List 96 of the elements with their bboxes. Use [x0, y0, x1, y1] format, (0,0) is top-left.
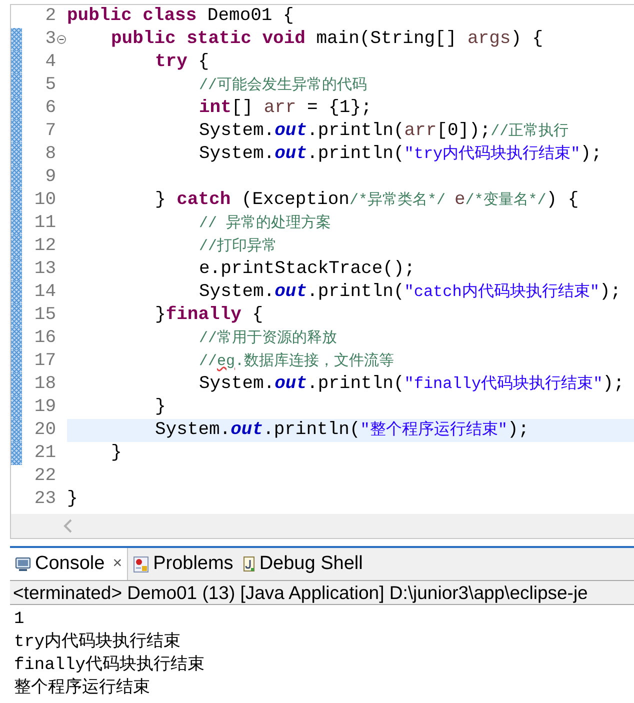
line-number: 13 [33, 258, 56, 281]
code-field: out [274, 144, 308, 164]
code-keyword: finally [166, 305, 242, 325]
console-output-line: try内代码块执行结束 [14, 631, 182, 654]
line-number: 6 [44, 97, 56, 120]
code-text: (Exception [240, 190, 350, 210]
line-number: 8 [44, 143, 56, 166]
code-comment: //打印异常 [199, 238, 278, 255]
view-tab[interactable]: Console × [10, 548, 128, 580]
code-variable: e [454, 190, 466, 210]
code-text: } [155, 190, 167, 210]
line-number: 20 [33, 419, 56, 442]
code-keyword: public class [67, 6, 197, 26]
code-comment: //常用于资源的释放 [199, 330, 338, 347]
line-number: 19 [33, 396, 56, 419]
code-comment: // 异常的处理方案 [199, 215, 332, 232]
code-comment: //可能会发生异常的代码 [199, 77, 368, 94]
string-literal: "finally代码块执行结束" [404, 375, 603, 393]
code-field: out [274, 121, 308, 141]
code-keyword: int [199, 98, 232, 118]
code-text: .println( [307, 282, 404, 302]
horizontal-scrollbar[interactable] [11, 514, 634, 538]
code-text: Demo01 { [206, 6, 294, 26]
code-keyword: public static void [111, 29, 306, 49]
line-number: 9 [44, 166, 56, 189]
code-field: out [230, 420, 264, 440]
code-keyword: catch [176, 190, 231, 210]
view-tab[interactable]: Problems [128, 548, 238, 580]
code-text: } [111, 443, 122, 463]
line-number: 11 [33, 212, 56, 235]
code-text: { [197, 52, 210, 72]
code-text: .println( [307, 121, 404, 141]
code-text: .println( [307, 144, 404, 164]
string-literal: "整个程序运行结束" [360, 421, 508, 439]
code-text: .println( [263, 420, 360, 440]
line-number: 17 [33, 350, 56, 373]
code-text: System. [199, 121, 275, 141]
java-file-icon [243, 556, 256, 572]
line-number: 21 [33, 442, 56, 465]
code-text: System. [199, 144, 275, 164]
line-number: 23 [33, 488, 56, 511]
code-editor[interactable] [10, 4, 634, 539]
code-comment: //正常执行 [490, 123, 569, 140]
line-number: 7 [44, 120, 56, 143]
line-number: 18 [33, 373, 56, 396]
close-button[interactable]: × [112, 555, 122, 573]
code-variable: arr [404, 121, 437, 141]
code-comment: /*变量名*/ [465, 192, 546, 209]
code-text: ) { [546, 190, 579, 210]
line-number: 16 [33, 327, 56, 350]
code-text: System. [155, 420, 231, 440]
code-text: [] [231, 98, 254, 118]
monitor-icon [15, 556, 31, 572]
code-comment: // [199, 353, 218, 370]
code-field: out [274, 374, 308, 394]
code-text: main(String[] [315, 29, 458, 49]
process-status: <terminated> Demo01 (13) [Java Application] D:\junior3\app\eclipse-je [10, 580, 634, 605]
code-text: ); [580, 144, 602, 164]
code-text: ); [599, 282, 622, 302]
line-number: 5 [44, 74, 56, 97]
console-output-line: finally代码块执行结束 [14, 654, 206, 677]
code-text: } [67, 489, 78, 509]
line-number: 14 [33, 281, 56, 304]
code-text: ) { [510, 29, 544, 49]
code-text: [0]); [436, 121, 491, 141]
code-text: = {1}; [306, 98, 372, 118]
line-number: 3 [44, 28, 56, 51]
code-text: } [155, 305, 166, 325]
console-output-line: 1 [14, 609, 26, 631]
code-text: } [155, 397, 166, 417]
code-variable: arr [264, 98, 296, 118]
line-number: 4 [44, 51, 56, 74]
code-field: out [274, 282, 308, 302]
view-tab[interactable]: Debug Shell [238, 548, 368, 580]
misspelled-word: eg [217, 353, 236, 370]
code-text: ); [602, 374, 624, 394]
collapse-icon[interactable] [57, 35, 66, 44]
line-number: 12 [33, 235, 56, 258]
code-comment: /*异常类名*/ [349, 192, 446, 209]
code-variable: args [467, 29, 511, 49]
code-text: System. [199, 282, 275, 302]
code-text: .println( [307, 374, 404, 394]
code-text: System. [199, 374, 275, 394]
string-literal: "catch内代码块执行结束" [404, 283, 600, 301]
line-number: 22 [33, 465, 56, 488]
code-text: { [251, 305, 264, 325]
code-text: ); [507, 420, 530, 440]
code-comment: .数据库连接，文件流等 [235, 353, 394, 370]
code-keyword: try [155, 52, 188, 72]
code-text: e.printStackTrace(); [199, 259, 416, 279]
line-number: 10 [33, 189, 56, 212]
problems-icon [133, 556, 150, 572]
line-number: 15 [33, 304, 56, 327]
line-number: 2 [44, 5, 56, 28]
string-literal: "try内代码块执行结束" [404, 145, 580, 163]
console-output-line: 整个程序运行结束 [14, 677, 151, 700]
